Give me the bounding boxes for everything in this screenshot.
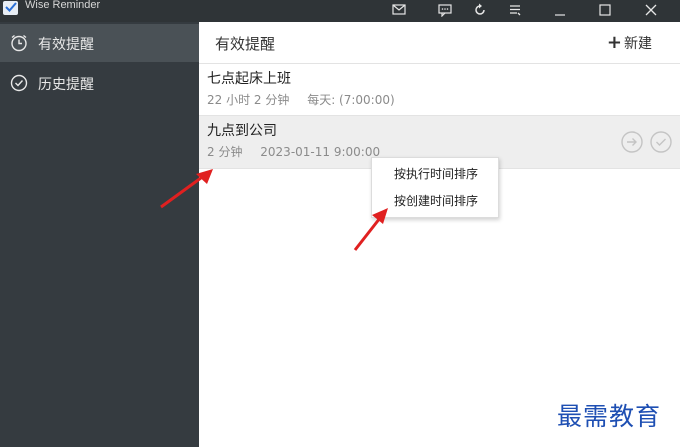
menu-item-sort-by-execution-time[interactable]: 按执行时间排序 [394,165,478,182]
page-title: 有效提醒 [215,35,276,53]
close-button[interactable] [634,0,668,22]
minimize-icon [555,14,565,16]
reminder-schedule: 2023-01-11 9:00:00 [260,145,381,159]
maximize-icon [599,4,611,16]
row-actions [619,131,672,157]
minimize-button[interactable] [543,0,577,22]
menu-item-sort-by-creation-time[interactable]: 按创建时间排序 [394,192,478,209]
watermark: 最需教育 [557,402,662,431]
app-logo-icon [3,1,18,15]
refresh-icon [475,3,485,15]
sidebar-item-history-reminders[interactable]: 历史提醒 [0,64,199,102]
title-bar: Wise Reminder [0,0,680,22]
chat-icon [438,4,452,17]
sidebar-item-label: 历史提醒 [38,77,94,93]
menu-icon [510,5,521,16]
main-panel: 有效提醒 + 新建 七点起床上班 22 小时 2 分钟 每天: (7:00:00)… [199,22,680,447]
annotation-arrow [160,169,213,209]
settings-menu-button[interactable] [498,0,532,22]
maximize-button[interactable] [588,0,622,22]
check-circle-icon[interactable] [650,131,672,153]
refresh-button[interactable] [463,0,497,22]
reminder-meta: 22 小时 2 分钟 每天: (7:00:00) [207,91,409,108]
clock-icon [11,34,27,52]
reminder-countdown: 22 小时 2 分钟 [207,93,290,107]
new-reminder-button[interactable]: + 新建 [607,32,652,53]
mail-icon [392,4,406,15]
app-title: Wise Reminder [25,0,101,11]
reminder-countdown: 2 分钟 [207,145,243,159]
plus-icon: + [606,32,622,53]
reminder-schedule: 每天: (7:00:00) [307,93,395,107]
new-reminder-label: 新建 [624,36,652,52]
annotation-arrow [353,208,388,251]
mail-button[interactable] [382,0,416,22]
sidebar-item-label: 有效提醒 [38,37,94,53]
reminder-name: 七点起床上班 [207,71,291,87]
arrow-right-circle-icon[interactable] [621,131,643,153]
sidebar-item-active-reminders[interactable]: 有效提醒 [0,24,199,62]
sidebar: 有效提醒 历史提醒 [0,22,199,447]
feedback-button[interactable] [428,0,462,22]
reminder-name: 九点到公司 [207,123,277,139]
reminder-row[interactable]: 七点起床上班 22 小时 2 分钟 每天: (7:00:00) [199,63,680,116]
check-circle-icon [10,74,28,92]
reminder-meta: 2 分钟 2023-01-11 9:00:00 [207,143,394,160]
close-icon [645,4,657,16]
